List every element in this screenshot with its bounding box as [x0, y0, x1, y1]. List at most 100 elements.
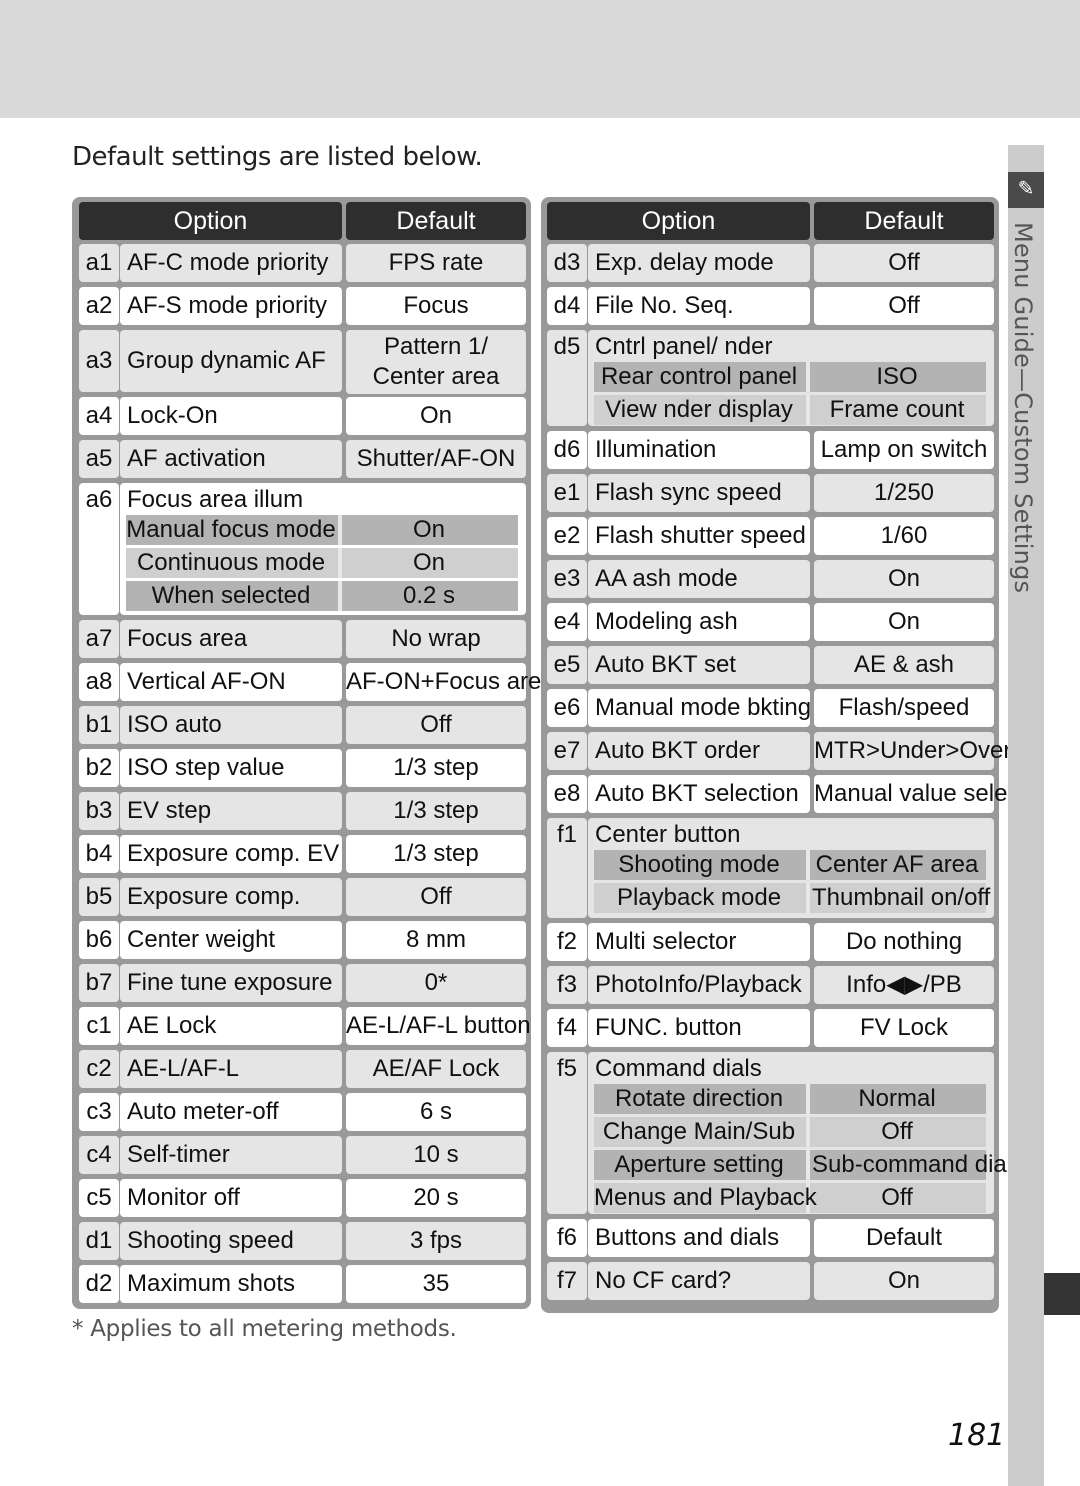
row-default: No wrap: [346, 620, 526, 658]
intro-text: Default settings are listed below.: [72, 142, 483, 172]
row-option: Focus area illum: [127, 486, 304, 513]
sub-option: Change Main/Sub: [602, 1118, 796, 1145]
row-code: e5: [547, 646, 587, 684]
row-code: b5: [79, 878, 119, 916]
row-option: Auto BKT order: [588, 732, 810, 770]
row-code: e7: [547, 732, 587, 770]
row-option: Flash sync speed: [588, 474, 810, 512]
sub-option: Menus and Playback: [594, 1184, 817, 1211]
row-code: a8: [79, 663, 119, 701]
sub-option: Continuous mode: [136, 549, 326, 576]
row-option: Exposure comp. EV: [120, 835, 342, 873]
row-default: AE/AF Lock: [346, 1050, 526, 1088]
sub-divider: [338, 581, 342, 611]
row-option: Shooting speed: [120, 1222, 342, 1260]
sub-option: Manual focus mode: [126, 516, 336, 543]
row-code: a1: [79, 244, 119, 282]
row-option: Maximum shots: [120, 1265, 342, 1303]
sub-divider: [806, 395, 810, 425]
row-code: c4: [79, 1136, 119, 1174]
row-code: f6: [547, 1219, 587, 1257]
sub-divider: [806, 1117, 810, 1147]
row-default: 8 mm: [346, 921, 526, 959]
row-default: 1/250: [814, 474, 994, 512]
sub-row: Aperture setting Sub-command dial: [594, 1150, 1012, 1180]
right-settings-table: Option Default d3 Exp. delay mode Off d4 Fil…: [541, 197, 1026, 1313]
sub-default: Frame count: [829, 396, 965, 423]
row-code: a5: [79, 440, 119, 478]
row-code: d3: [547, 244, 587, 282]
row-code: f5: [547, 1052, 587, 1214]
row-default: AE & ash: [814, 646, 994, 684]
row-default: Off: [814, 287, 994, 325]
row-option: Illumination: [588, 431, 810, 469]
row-default: Off: [346, 878, 526, 916]
row-option: Monitor off: [120, 1179, 342, 1217]
left-settings-table: Option Default a1 AF-C mode priority FPS r…: [72, 197, 561, 1309]
row-option: Command dials: [595, 1055, 762, 1082]
row-option: Self-timer: [120, 1136, 342, 1174]
row-default-line1: Pattern 1/: [383, 333, 489, 360]
row-default: 35: [346, 1265, 526, 1303]
row-default: On: [346, 397, 526, 435]
sub-default: Off: [881, 1118, 913, 1145]
row-default: AE-L/AF-L button: [346, 1007, 531, 1045]
sub-default: On: [412, 549, 445, 576]
row-code: a2: [79, 287, 119, 325]
sub-default: ISO: [876, 363, 918, 390]
row-code: d2: [79, 1265, 119, 1303]
row-group: Focus area illum Manual focus mode On Conti…: [120, 483, 526, 615]
row-code: d4: [547, 287, 587, 325]
row-default: Info◀▶/PB: [814, 966, 994, 1004]
row-default: AF-ON+Focus are...: [346, 663, 561, 701]
section-title: Menu Guide—Custom Settings: [1009, 222, 1037, 594]
row-default: 1/3 step: [346, 792, 526, 830]
row-code: e8: [547, 775, 587, 813]
row-code: f2: [547, 923, 587, 961]
sub-default: Normal: [858, 1085, 936, 1112]
row-default: 10 s: [346, 1136, 526, 1174]
row-option: Vertical AF-ON: [120, 663, 342, 701]
row-option: ISO step value: [120, 749, 342, 787]
row-default: Do nothing: [814, 923, 994, 961]
row-code: e6: [547, 689, 587, 727]
row-option: Center button: [595, 821, 741, 848]
sub-row: Continuous mode On: [126, 548, 518, 578]
row-default: 3 fps: [346, 1222, 526, 1260]
row-option: ISO auto: [120, 706, 342, 744]
row-default: 0*: [346, 964, 526, 1002]
sub-row: Change Main/Sub Off: [594, 1117, 986, 1147]
row-code: d5: [547, 330, 587, 426]
sub-option: Playback mode: [616, 884, 782, 911]
sub-option: View nder display: [605, 396, 793, 423]
row-default: Off: [814, 244, 994, 282]
row-code: c1: [79, 1007, 119, 1045]
row-default: On: [814, 1262, 994, 1300]
row-code: b6: [79, 921, 119, 959]
sub-option: Rear control panel: [600, 363, 798, 390]
sub-option: Shooting mode: [618, 851, 780, 878]
row-default: Focus: [346, 287, 526, 325]
page-number: 181: [948, 1418, 1006, 1453]
sub-row: Manual focus mode On: [126, 515, 518, 545]
header-option: Option: [79, 202, 342, 240]
row-option: AE-L/AF-L: [120, 1050, 342, 1088]
row-code: f1: [547, 818, 587, 918]
row-default: Off: [346, 706, 526, 744]
sub-divider: [338, 515, 342, 545]
row-option: AE Lock: [120, 1007, 342, 1045]
row-option: Manual mode bkting: [588, 689, 811, 727]
row-code: c2: [79, 1050, 119, 1088]
row-default: MTR>Under>Over: [814, 732, 1011, 770]
row-default: On: [814, 560, 994, 598]
sub-default: Thumbnail on/off: [812, 884, 991, 911]
row-option: Auto BKT set: [588, 646, 810, 684]
sub-default: Off: [881, 1184, 913, 1211]
header-default: Default: [346, 202, 526, 240]
header-default: Default: [814, 202, 994, 240]
row-code: f3: [547, 966, 587, 1004]
sub-divider: [806, 850, 810, 880]
row-option: AF-C mode priority: [120, 244, 342, 282]
sub-default: Center AF area: [815, 851, 979, 878]
row-code: b2: [79, 749, 119, 787]
